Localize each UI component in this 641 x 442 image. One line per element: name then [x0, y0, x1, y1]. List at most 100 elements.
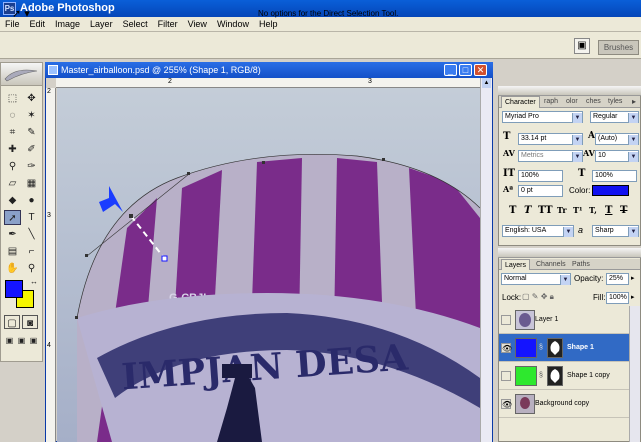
healing-brush-tool-icon[interactable]: ✚ — [4, 142, 21, 157]
eyedropper-tool-icon[interactable]: ⌐ — [23, 244, 40, 259]
slice-tool-icon[interactable]: ✎ — [23, 125, 40, 140]
eye-icon[interactable]: 👁︎ — [501, 343, 512, 353]
crop-tool-icon[interactable]: ⌗ — [4, 125, 21, 140]
line-tool-icon[interactable]: ╲ — [23, 227, 40, 242]
font-size-field[interactable]: 33.14 pt ▼ — [518, 133, 583, 145]
layers-panel-header[interactable] — [498, 248, 641, 258]
menu-help[interactable]: Help — [254, 17, 283, 32]
panel-menu-icon[interactable]: ▸ — [629, 96, 639, 108]
toolbox-header[interactable] — [0, 62, 43, 86]
menu-filter[interactable]: Filter — [153, 17, 183, 32]
blend-mode-select[interactable]: Normal ▼ — [501, 273, 571, 285]
tab-styles[interactable]: tyles — [605, 96, 625, 108]
menu-view[interactable]: View — [183, 17, 212, 32]
document-vertical-scrollbar[interactable]: ▲ — [480, 78, 492, 442]
anchor-point[interactable] — [85, 254, 88, 257]
type-tool-icon[interactable]: T — [23, 210, 40, 225]
layer-row[interactable]: Layer 1 — [499, 306, 639, 334]
close-button[interactable]: ✕ — [474, 64, 487, 76]
language-select[interactable]: English: USA ▼ — [502, 225, 574, 237]
leading-field[interactable]: (Auto) ▼ — [595, 133, 639, 145]
palette-well-icon[interactable]: ▣ — [574, 38, 590, 54]
move-tool-icon[interactable]: ✥ — [23, 91, 40, 106]
tab-character[interactable]: Character — [501, 96, 540, 108]
menu-image[interactable]: Image — [50, 17, 85, 32]
clone-stamp-tool-icon[interactable]: ⚲ — [4, 159, 21, 174]
kerning-field[interactable]: Metrics ▼ — [518, 150, 583, 162]
tab-paragraph[interactable]: raph — [541, 96, 561, 108]
layer-row-selected[interactable]: 👁︎ § Shape 1 — [499, 334, 639, 362]
document-title-bar[interactable]: Master_airballoon.psd @ 255% (Shape 1, R… — [45, 62, 493, 78]
anchor-point[interactable] — [187, 172, 190, 175]
strikethrough-icon[interactable]: T — [620, 205, 627, 216]
lock-icons[interactable]: ▢ ✎ ✥ 🔒︎ — [522, 292, 554, 302]
screen-mode-full-menu-icon[interactable]: ▣ — [16, 333, 27, 345]
document-canvas[interactable]: G-CBJI IMPJAN DESA — [57, 88, 480, 442]
scroll-up-icon[interactable]: ▲ — [482, 78, 491, 88]
dodge-tool-icon[interactable]: ● — [23, 193, 40, 208]
character-panel-header[interactable] — [498, 86, 641, 96]
horizontal-scale-field[interactable]: 100% — [592, 170, 637, 182]
layer-row[interactable]: § Shape 1 copy — [499, 362, 639, 390]
visibility-toggle[interactable] — [501, 315, 511, 325]
menu-select[interactable]: Select — [118, 17, 153, 32]
magic-wand-tool-icon[interactable]: ✶ — [23, 108, 40, 123]
anchor-point[interactable] — [129, 214, 133, 218]
superscript-icon[interactable]: T¹ — [573, 205, 582, 215]
screen-mode-standard-icon[interactable]: ▣ — [4, 333, 15, 345]
direct-selection-tool-icon[interactable]: ➚ — [4, 210, 21, 225]
eraser-tool-icon[interactable]: ▱ — [4, 176, 21, 191]
anchor-point[interactable] — [75, 316, 78, 319]
pen-tool-icon[interactable]: ✒ — [4, 227, 21, 242]
opacity-slider-icon[interactable]: ▸ — [631, 274, 635, 282]
all-caps-icon[interactable]: TT — [538, 205, 553, 216]
font-family-select[interactable]: Myriad Pro ▼ — [502, 111, 583, 123]
opacity-field[interactable]: 25% — [606, 273, 629, 285]
screen-mode-full-icon[interactable]: ▣ — [28, 333, 39, 345]
tool-preset-picker[interactable]: ➚ ▾ — [12, 7, 40, 21]
maximize-button[interactable]: □ — [459, 64, 472, 76]
blur-tool-icon[interactable]: ◆ — [4, 193, 21, 208]
swap-colors-icon[interactable]: ↔ — [29, 277, 39, 287]
faux-bold-icon[interactable]: T — [509, 205, 516, 216]
zoom-tool-icon[interactable]: ⚲ — [23, 261, 40, 276]
anti-alias-select[interactable]: Sharp ▼ — [592, 225, 639, 237]
layer-row[interactable]: 👁︎ Background copy — [499, 390, 639, 418]
layers-scrollbar[interactable] — [629, 306, 640, 442]
small-caps-icon[interactable]: Tr — [557, 205, 567, 215]
tab-layers[interactable]: Layers — [501, 259, 531, 270]
marquee-tool-icon[interactable]: ⬚ — [4, 91, 21, 106]
lasso-tool-icon[interactable]: ◌ — [4, 108, 21, 123]
text-color-swatch[interactable] — [592, 185, 629, 196]
visibility-toggle[interactable] — [501, 371, 511, 381]
hand-tool-icon[interactable]: ✋ — [4, 261, 21, 276]
baseline-shift-field[interactable]: 0 pt — [518, 185, 563, 197]
notes-tool-icon[interactable]: ▤ — [4, 244, 21, 259]
vertical-scale-field[interactable]: 100% — [518, 170, 563, 182]
foreground-color-swatch-front[interactable] — [5, 280, 23, 298]
history-brush-tool-icon[interactable]: ✑ — [23, 159, 40, 174]
font-style-select[interactable]: Regular ▼ — [590, 111, 639, 123]
eye-icon[interactable]: 👁︎ — [501, 399, 512, 409]
tab-paths[interactable]: Paths — [569, 259, 593, 270]
underline-icon[interactable]: T — [605, 205, 612, 216]
fill-slider-icon[interactable]: ▸ — [631, 293, 635, 301]
anchor-point[interactable] — [382, 158, 385, 161]
quick-mask-icon[interactable]: ◙ — [22, 315, 38, 329]
faux-italic-icon[interactable]: T — [524, 205, 531, 216]
subscript-icon[interactable]: T, — [589, 205, 597, 215]
brushes-tab[interactable]: Brushes — [598, 40, 639, 55]
minimize-button[interactable]: _ — [444, 64, 457, 76]
tab-color[interactable]: olor — [563, 96, 581, 108]
gradient-tool-icon[interactable]: ▦ — [23, 176, 40, 191]
menu-layer[interactable]: Layer — [85, 17, 118, 32]
tab-swatches[interactable]: ches — [583, 96, 604, 108]
tracking-field[interactable]: 10 ▼ — [595, 150, 639, 162]
brush-tool-icon[interactable]: ✐ — [23, 142, 40, 157]
standard-mode-icon[interactable]: ▢ — [4, 315, 20, 329]
anchor-point[interactable] — [262, 161, 265, 164]
fill-field[interactable]: 100% — [606, 292, 629, 304]
menu-window[interactable]: Window — [212, 17, 254, 32]
anchor-point-handle[interactable] — [161, 255, 168, 262]
tab-channels[interactable]: Channels — [533, 259, 569, 270]
